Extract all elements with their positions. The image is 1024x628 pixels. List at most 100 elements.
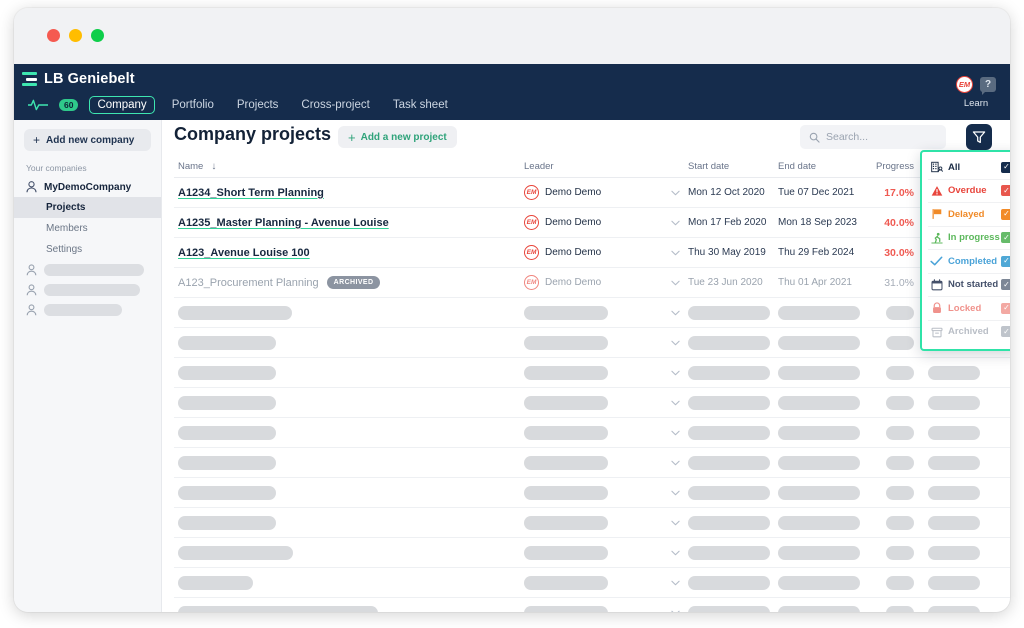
leader-avatar[interactable]: EM bbox=[524, 185, 539, 200]
filter-button[interactable] bbox=[966, 124, 992, 150]
table-row[interactable]: A123_Procurement Planning ARCHIVED EM Demo … bbox=[174, 268, 1010, 298]
filter-option-label: Not started bbox=[948, 279, 999, 291]
nav-item-task-sheet[interactable]: Task sheet bbox=[387, 96, 454, 114]
table-row[interactable]: A1235_Master Planning - Avenue Louise EM D… bbox=[174, 208, 1010, 238]
filter-option-checkbox[interactable]: ✓ bbox=[1001, 185, 1010, 197]
sidebar-skeleton-item bbox=[14, 260, 161, 280]
leader-dropdown-toggle[interactable] bbox=[662, 190, 688, 196]
leader-dropdown-toggle[interactable] bbox=[662, 550, 688, 556]
project-name-link[interactable]: A1235_Master Planning - Avenue Louise bbox=[178, 217, 389, 229]
leader-dropdown-toggle[interactable] bbox=[662, 340, 688, 346]
chevron-down-icon[interactable] bbox=[670, 460, 680, 466]
leader-dropdown-toggle[interactable] bbox=[662, 460, 688, 466]
chevron-down-icon[interactable] bbox=[670, 430, 680, 436]
brand-logo[interactable]: LB Geniebelt bbox=[22, 71, 135, 87]
nav-item-company[interactable]: Company bbox=[89, 96, 155, 114]
help-icon[interactable]: ? bbox=[980, 77, 996, 95]
project-name-link[interactable]: A1234_Short Term Planning bbox=[178, 187, 324, 199]
leader-dropdown-toggle[interactable] bbox=[662, 220, 688, 226]
filter-option-checkbox[interactable]: ✓ bbox=[1001, 161, 1010, 173]
sidebar-item-projects[interactable]: Projects bbox=[14, 197, 161, 218]
leader-dropdown-toggle[interactable] bbox=[662, 400, 688, 406]
filter-dropdown-menu[interactable]: All ✓ Overdue ✓ Delayed ✓ In progress ✓ Complete… bbox=[920, 150, 1010, 351]
column-header-start-date[interactable]: Start date bbox=[688, 161, 778, 172]
user-avatar[interactable]: EM bbox=[956, 76, 973, 93]
search-input[interactable] bbox=[826, 131, 926, 143]
filter-option-in-progress[interactable]: In progress ✓ bbox=[922, 227, 1010, 250]
chevron-down-icon[interactable] bbox=[670, 490, 680, 496]
main-header: Company projects + Add a new project bbox=[162, 120, 1010, 156]
chevron-down-icon[interactable] bbox=[670, 610, 680, 613]
filter-option-checkbox[interactable]: ✓ bbox=[1001, 208, 1010, 220]
table-row-skeleton bbox=[174, 448, 1010, 478]
chevron-down-icon[interactable] bbox=[670, 550, 680, 556]
close-window-button[interactable] bbox=[47, 29, 60, 42]
cell-name bbox=[174, 545, 524, 560]
project-name-link[interactable]: A123_Procurement Planning bbox=[178, 277, 319, 289]
column-header-end-date[interactable]: End date bbox=[778, 161, 868, 172]
column-header-leader[interactable]: Leader bbox=[524, 161, 662, 172]
leader-dropdown-toggle[interactable] bbox=[662, 430, 688, 436]
add-new-company-button[interactable]: + Add new company bbox=[24, 129, 151, 151]
filter-option-label: Overdue bbox=[948, 185, 987, 197]
filter-option-checkbox[interactable]: ✓ bbox=[1001, 302, 1010, 314]
filter-option-delayed[interactable]: Delayed ✓ bbox=[922, 203, 1010, 226]
filter-option-overdue[interactable]: Overdue ✓ bbox=[922, 180, 1010, 203]
nav-item-cross-project[interactable]: Cross-project bbox=[295, 96, 375, 114]
leader-dropdown-toggle[interactable] bbox=[662, 520, 688, 526]
leader-dropdown-toggle[interactable] bbox=[662, 250, 688, 256]
chevron-down-icon[interactable] bbox=[670, 340, 680, 346]
cell-leader bbox=[524, 515, 662, 530]
filter-option-not-started[interactable]: Not started ✓ bbox=[922, 274, 1010, 297]
chevron-down-icon[interactable] bbox=[670, 370, 680, 376]
filter-option-completed[interactable]: Completed ✓ bbox=[922, 250, 1010, 273]
leader-avatar[interactable]: EM bbox=[524, 275, 539, 290]
leader-avatar[interactable]: EM bbox=[524, 215, 539, 230]
column-header-name[interactable]: Name ↓ bbox=[174, 161, 524, 172]
activity-pulse-icon[interactable] bbox=[28, 98, 48, 112]
filter-option-checkbox[interactable]: ✓ bbox=[1001, 326, 1010, 338]
chevron-down-icon[interactable] bbox=[670, 400, 680, 406]
projects-table: Name ↓ Leader Start date End date Progre… bbox=[174, 156, 1010, 612]
minimize-window-button[interactable] bbox=[69, 29, 82, 42]
project-name-link[interactable]: A123_Avenue Louise 100 bbox=[178, 247, 310, 259]
leader-avatar[interactable]: EM bbox=[524, 245, 539, 260]
sidebar-company-mydemocompany[interactable]: MyDemoCompany bbox=[14, 177, 161, 197]
cell-name bbox=[174, 305, 524, 320]
leader-dropdown-toggle[interactable] bbox=[662, 370, 688, 376]
column-header-progress[interactable]: Progress bbox=[868, 161, 914, 172]
leader-dropdown-toggle[interactable] bbox=[662, 610, 688, 613]
filter-option-archived[interactable]: Archived ✓ bbox=[922, 321, 1010, 344]
chevron-down-icon[interactable] bbox=[670, 250, 680, 256]
chevron-down-icon[interactable] bbox=[670, 310, 680, 316]
filter-option-checkbox[interactable]: ✓ bbox=[1001, 279, 1010, 291]
chevron-down-icon[interactable] bbox=[670, 580, 680, 586]
chevron-down-icon[interactable] bbox=[670, 220, 680, 226]
add-new-project-button[interactable]: + Add a new project bbox=[338, 126, 457, 148]
leader-dropdown-toggle[interactable] bbox=[662, 490, 688, 496]
sidebar-item-settings[interactable]: Settings bbox=[14, 239, 161, 260]
sidebar-item-members[interactable]: Members bbox=[14, 218, 161, 239]
maximize-window-button[interactable] bbox=[91, 29, 104, 42]
skeleton-bar bbox=[688, 305, 770, 320]
skeleton-bar bbox=[688, 545, 770, 560]
nav-item-projects[interactable]: Projects bbox=[231, 96, 285, 114]
leader-dropdown-toggle[interactable] bbox=[662, 280, 688, 286]
table-row[interactable]: A123_Avenue Louise 100 EM Demo Demo Thu 30 … bbox=[174, 238, 1010, 268]
filter-option-checkbox[interactable]: ✓ bbox=[1001, 232, 1010, 244]
search-box[interactable] bbox=[800, 125, 946, 149]
table-row[interactable]: A1234_Short Term Planning EM Demo Demo Mon … bbox=[174, 178, 1010, 208]
skeleton-bar bbox=[886, 605, 914, 612]
filter-option-checkbox[interactable]: ✓ bbox=[1001, 255, 1010, 267]
chevron-down-icon[interactable] bbox=[670, 520, 680, 526]
chevron-down-icon[interactable] bbox=[670, 280, 680, 286]
leader-dropdown-toggle[interactable] bbox=[662, 310, 688, 316]
skeleton-bar bbox=[928, 365, 980, 380]
chevron-down-icon[interactable] bbox=[670, 190, 680, 196]
leader-dropdown-toggle[interactable] bbox=[662, 580, 688, 586]
skeleton-bar bbox=[928, 395, 980, 410]
learn-label[interactable]: Learn bbox=[956, 98, 996, 109]
filter-option-locked[interactable]: Locked ✓ bbox=[922, 297, 1010, 320]
nav-item-portfolio[interactable]: Portfolio bbox=[166, 96, 220, 114]
filter-option-all[interactable]: All ✓ bbox=[922, 156, 1010, 179]
